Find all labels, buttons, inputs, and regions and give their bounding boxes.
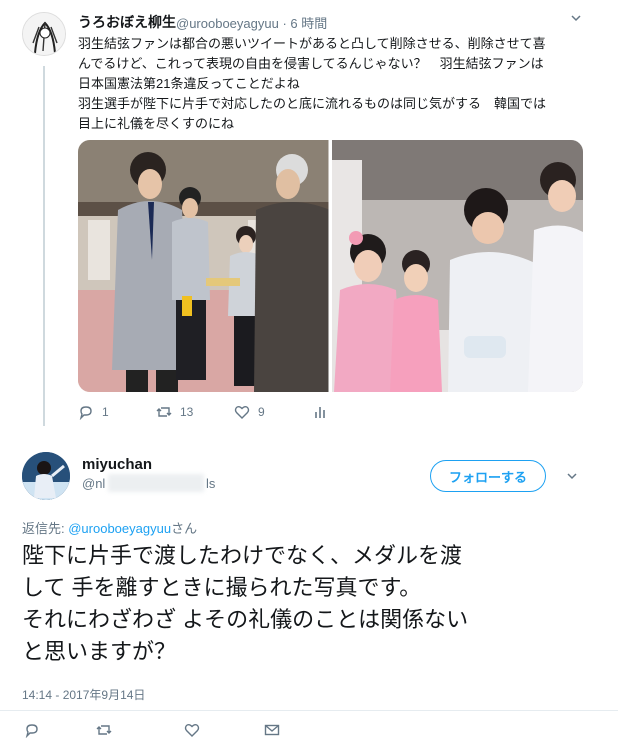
like-button[interactable] xyxy=(184,722,264,738)
divider xyxy=(0,710,618,711)
author-handle[interactable]: @urooboeyagyuu · 6 時間 xyxy=(176,13,327,32)
analytics-icon xyxy=(315,407,325,418)
reply-icon xyxy=(79,406,92,420)
reply-context: 返信先: @urooboeyagyuuさん xyxy=(22,518,197,537)
tweet-text-line: 日本国憲法第21条違反ってことだよね xyxy=(78,76,300,91)
reply-handle-link[interactable]: @urooboeyagyuu xyxy=(68,521,171,536)
avatar-drawing xyxy=(22,452,70,500)
retweet-button[interactable] xyxy=(96,722,184,738)
reply-prefix: 返信先: xyxy=(22,521,69,536)
author-handle-text: @urooboeyagyuu xyxy=(176,16,279,31)
heart-icon xyxy=(234,406,250,419)
reply-suffix: さん xyxy=(171,521,198,536)
analytics-button[interactable] xyxy=(312,404,328,420)
tweet-text-line: 陛下に片手で渡したわけでなく、メダルを渡 xyxy=(22,543,463,568)
retweet-icon xyxy=(156,407,172,417)
tweet-text-line: 目上に礼儀を尽くすのにね xyxy=(78,116,235,131)
tweet-actions xyxy=(24,722,280,738)
reply-count: 1 xyxy=(102,405,109,419)
retweet-count: 13 xyxy=(180,405,194,419)
retweet-button[interactable]: 13 xyxy=(156,404,234,420)
tweet-text-line: して 手を離すときに撮られた写真です。 xyxy=(22,575,422,600)
retweet-icon xyxy=(96,725,112,735)
like-count: 9 xyxy=(258,405,265,419)
reply-icon xyxy=(25,724,38,738)
avatar-drawing xyxy=(23,13,65,55)
chevron-down-icon[interactable] xyxy=(566,470,578,485)
reply-button[interactable]: 1 xyxy=(78,404,156,420)
author-name[interactable]: miyuchan xyxy=(82,456,152,473)
tweet-text-line: それにわざわざ よその礼儀のことは関係ない xyxy=(22,607,469,632)
avatar[interactable] xyxy=(22,12,66,56)
author-handle-end: ls xyxy=(206,476,216,491)
author-name[interactable]: うろおぼえ柳生 xyxy=(78,12,176,32)
like-button[interactable]: 9 xyxy=(234,404,312,420)
author-handle[interactable]: @nl xyxy=(82,476,105,491)
author-handle-start: @nl xyxy=(82,476,106,491)
thread-connector-line xyxy=(43,66,45,426)
avatar[interactable] xyxy=(22,452,70,500)
tweet-actions: 1 13 9 xyxy=(78,404,328,420)
tweet-text: 陛下に片手で渡したわけでなく、メダルを渡 して 手を離すときに撮られた写真です。… xyxy=(22,540,592,668)
tweet-time[interactable]: · 6 時間 xyxy=(282,16,327,31)
heart-icon xyxy=(184,724,200,737)
reply-button[interactable] xyxy=(24,722,96,738)
tweet-photos xyxy=(78,140,583,392)
tweet-text-line: んでるけど、これって表現の自由を侵害してるんじゃない？ 羽生結弦ファンは xyxy=(78,56,544,71)
tweet-text-line: と思いますが？ xyxy=(22,639,177,664)
tweet-media[interactable] xyxy=(78,140,583,392)
follow-button[interactable]: フォローする xyxy=(430,460,546,492)
tweet-text-line: 羽生選手が陛下に片手で対応したのと底に流れるものは同じ気がする 韓国では xyxy=(78,96,547,111)
tweet-text: 羽生結弦ファンは都合の悪いツイートがあると凸して削除させる、削除させて喜 んでる… xyxy=(78,34,598,134)
redacted-handle xyxy=(108,474,204,492)
chevron-down-icon[interactable] xyxy=(570,12,582,27)
envelope-icon xyxy=(264,724,280,736)
tweet-timestamp[interactable]: 14:14 - 2017年9月14日 xyxy=(22,686,145,703)
direct-message-button[interactable] xyxy=(264,722,280,738)
tweet-text-line: 羽生結弦ファンは都合の悪いツイートがあると凸して削除させる、削除させて喜 xyxy=(78,36,546,51)
